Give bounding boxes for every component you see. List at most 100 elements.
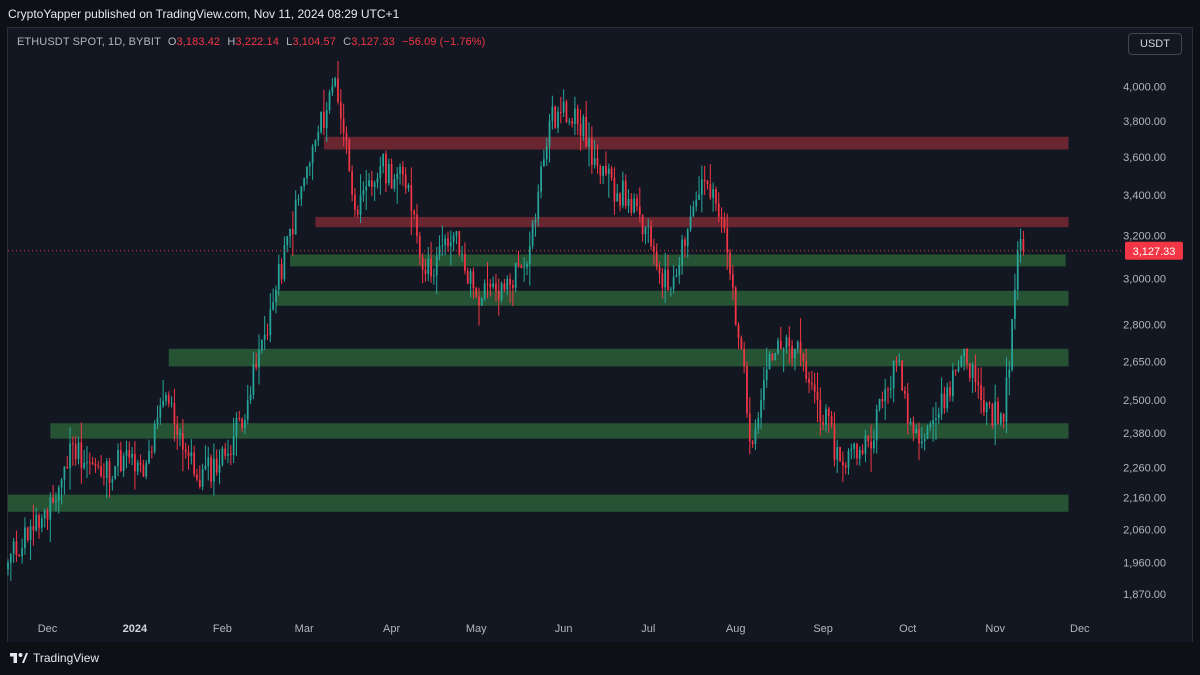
x-tick-label: Feb [213, 623, 232, 635]
candle-body-2024-10-24 [971, 364, 974, 378]
low-value: 3,104.57 [292, 36, 336, 48]
candle-body-2024-05-27 [548, 120, 551, 147]
candle-body-2024-04-04 [399, 166, 401, 174]
candle-body-2024-01-08 [153, 424, 156, 452]
tradingview-logo-icon [10, 653, 28, 663]
candle-body-2024-06-01 [562, 101, 565, 113]
candle-body-2024-09-30 [904, 390, 906, 394]
candle-body-2024-02-28 [297, 198, 300, 200]
candle-body-2024-05-24 [540, 166, 542, 192]
candle-body-2023-12-30 [128, 450, 131, 458]
y-tick-label: 4,000.00 [1123, 82, 1166, 94]
candle-body-2024-05-06 [489, 284, 492, 288]
candlestick-chart[interactable]: 1,870.00 1,960.00 2,060.00 2,160.00 2,260.00… [0, 0, 1200, 675]
candle-body-2024-11-05 [1005, 377, 1008, 422]
candle-body-2024-09-03 [827, 408, 830, 417]
y-tick-label: 1,870.00 [1123, 589, 1166, 601]
candle-body-2024-06-14 [599, 166, 602, 176]
candle-body-2023-12-07 [63, 466, 66, 480]
candle-body-2024-10-02 [909, 421, 912, 424]
candle-body-2024-04-11 [418, 236, 421, 257]
candle-body-2023-11-22 [21, 547, 23, 557]
candle-body-2024-03-17 [348, 140, 351, 172]
candle-body-2024-01-28 [210, 457, 212, 482]
candle-body-2024-10-07 [923, 438, 926, 442]
candle-body-2024-10-13 [940, 393, 943, 414]
candle-body-2024-03-28 [379, 166, 382, 179]
candle-body-2024-11-09 [1016, 251, 1019, 290]
candle-body-2024-04-16 [433, 275, 435, 277]
candle-body-2024-01-31 [218, 464, 221, 473]
y-tick-label: 3,000.00 [1123, 274, 1166, 286]
candle-body-2024-06-26 [633, 198, 636, 213]
candle-body-2023-12-25 [114, 466, 117, 480]
x-tick-label: Nov [985, 623, 1005, 635]
candle-body-2024-09-10 [847, 450, 850, 468]
candle-body-2024-04-20 [444, 238, 447, 246]
candle-body-2024-02-10 [246, 400, 249, 420]
candle-body-2024-05-13 [509, 278, 511, 285]
x-tick-label: Aug [726, 623, 746, 635]
y-tick-label: 2,650.00 [1123, 356, 1166, 368]
candle-body-2023-12-12 [77, 442, 80, 460]
ohlc-legend: ETHUSDT SPOT, 1D, BYBIT O3,183.42 H3,222… [17, 36, 485, 48]
change-value: −56.09 (−1.76%) [401, 36, 486, 48]
candle-body-2024-04-24 [455, 231, 458, 236]
candle-body-2024-08-16 [777, 340, 779, 354]
candle-body-2024-01-27 [207, 457, 210, 466]
candle-body-2024-09-12 [853, 443, 856, 449]
candle-body-2024-03-13 [337, 78, 339, 102]
candle-body-2024-06-23 [624, 180, 627, 206]
candle-body-2024-09-27 [895, 360, 898, 362]
candle-body-2024-04-25 [458, 231, 461, 255]
y-tick-label: 3,800.00 [1123, 116, 1166, 128]
x-tick-label: Apr [383, 623, 400, 635]
candle-body-2024-11-08 [1014, 289, 1016, 320]
candle-body-2024-08-04 [743, 348, 746, 366]
candle-body-2024-05-14 [511, 284, 514, 288]
symbol-label[interactable]: ETHUSDT SPOT, 1D, BYBIT [17, 36, 161, 48]
candle-body-2024-06-08 [582, 116, 585, 136]
candle-body-2023-12-23 [108, 461, 111, 483]
candle-body-2024-11-10 [1019, 238, 1022, 252]
candle-body-2024-06-29 [641, 215, 644, 235]
candle-body-2024-05-09 [497, 290, 500, 300]
currency-unit-button[interactable]: USDT [1128, 33, 1182, 55]
candle-body-2024-07-03 [653, 245, 655, 252]
candle-body-2024-04-14 [427, 258, 430, 275]
candle-body-2024-01-03 [139, 462, 142, 465]
candle-body-2024-09-24 [887, 389, 889, 391]
candle-body-2024-02-16 [263, 334, 266, 340]
candle-body-2024-10-15 [946, 387, 949, 409]
candle-body-2024-06-19 [613, 177, 616, 202]
candle-body-2024-09-19 [873, 440, 875, 449]
candle-body-2024-04-23 [452, 235, 455, 243]
candle-body-2024-01-12 [165, 394, 167, 401]
candle-body-2024-02-15 [260, 339, 263, 351]
candle-body-2024-06-04 [571, 121, 573, 124]
candle-body-2024-08-10 [760, 400, 762, 418]
candle-body-2024-08-20 [788, 337, 791, 347]
y-tick-label: 3,400.00 [1123, 190, 1166, 202]
candle-body-2024-01-19 [184, 449, 187, 453]
candle-body-2024-01-06 [148, 450, 150, 464]
candle-body-2023-12-04 [55, 500, 57, 503]
resistance-zone-1 [315, 216, 1069, 228]
candle-body-2024-10-17 [951, 370, 954, 397]
candle-body-2024-05-05 [486, 283, 489, 285]
candle-body-2024-03-10 [328, 92, 331, 111]
candle-body-2024-06-12 [593, 158, 596, 165]
candle-body-2024-01-23 [196, 474, 198, 480]
tradingview-brand[interactable]: TradingView [10, 651, 99, 665]
candle-body-2024-02-02 [224, 448, 227, 456]
candle-body-2024-03-15 [342, 118, 345, 133]
x-tick-label: 2024 [123, 623, 148, 635]
candle-body-2023-12-29 [125, 450, 128, 456]
candle-body-2024-04-06 [404, 174, 407, 189]
candle-body-2024-04-22 [449, 242, 452, 247]
candle-body-2023-11-18 [9, 553, 12, 563]
candle-body-2024-08-27 [808, 378, 810, 384]
candle-body-2024-05-04 [483, 283, 486, 299]
candle-body-2024-10-18 [954, 370, 957, 372]
candle-body-2024-09-20 [875, 409, 878, 441]
